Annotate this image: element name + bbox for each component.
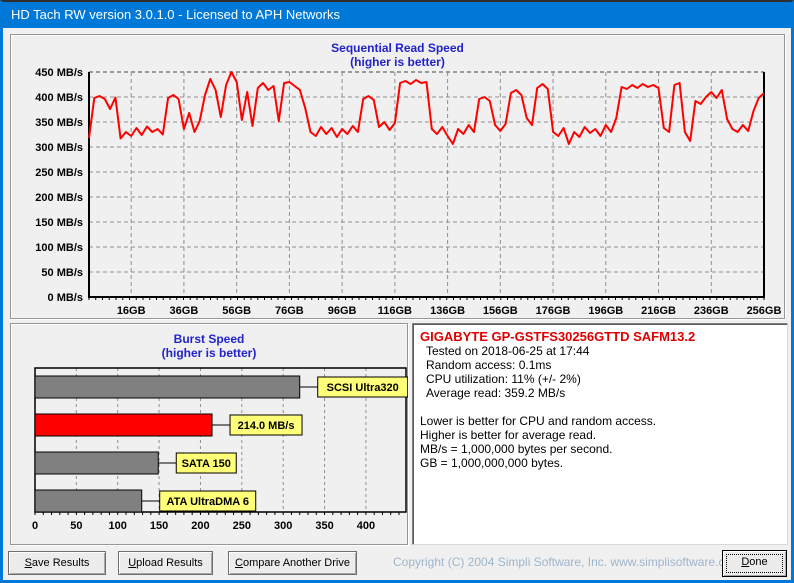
burst-chart-title: Burst Speed (higher is better) [11,332,407,360]
svg-text:176GB: 176GB [536,305,571,317]
burst-subtitle-text: (higher is better) [161,346,257,360]
svg-text:256GB: 256GB [747,305,782,317]
note-line-lower: Lower is better for CPU and random acces… [420,414,657,428]
upload-results-button[interactable]: Upload Results [118,551,213,575]
svg-text:50 MB/s: 50 MB/s [41,267,83,279]
burst-title-text: Burst Speed [173,332,245,346]
svg-text:156GB: 156GB [483,305,518,317]
svg-text:0: 0 [32,520,38,532]
drive-info-panel: GIGABYTE GP-GSTFS30256GTTD SAFM13.2 Test… [412,323,788,545]
window-title: HD Tach RW version 3.0.1.0 - Licensed to… [11,7,340,22]
svg-text:100: 100 [109,520,127,532]
svg-text:350: 350 [315,520,333,532]
svg-text:196GB: 196GB [588,305,623,317]
svg-text:200: 200 [191,520,209,532]
app-window: HD Tach RW version 3.0.1.0 - Licensed to… [0,0,794,583]
svg-text:50: 50 [70,520,82,532]
info-line-tested: Tested on 2018-06-25 at 17:44 [426,344,590,358]
svg-text:56GB: 56GB [222,305,251,317]
done-button[interactable]: Done [722,550,787,577]
svg-text:100 MB/s: 100 MB/s [35,242,83,254]
svg-text:36GB: 36GB [170,305,199,317]
svg-text:76GB: 76GB [275,305,304,317]
svg-text:150: 150 [150,520,168,532]
svg-text:250: 250 [233,520,251,532]
note-line-gb: GB = 1,000,000,000 bytes. [420,456,564,470]
svg-text:ATA UltraDMA 6: ATA UltraDMA 6 [166,496,249,508]
svg-text:SATA 150: SATA 150 [182,458,231,470]
sequential-read-chart: 0 MB/s 50 MB/s 100 MB/s 150 MB/s 200 MB/s 250… [11,35,786,320]
svg-text:216GB: 216GB [641,305,676,317]
sequential-read-panel: Sequential Read Speed (higher is better)… [10,34,785,319]
save-results-button[interactable]: Save Results [8,551,106,575]
burst-speed-chart: 0 50 100 150 200 250 300 350 400 SCSI Ultra320 214… [12,362,409,542]
svg-text:214.0 MB/s: 214.0 MB/s [238,420,295,432]
info-line-average-read: Average read: 359.2 MB/s [426,386,566,400]
note-line-higher: Higher is better for average read. [420,428,597,442]
compare-another-drive-button[interactable]: Compare Another Drive [228,551,357,575]
info-line-cpu-utilization: CPU utilization: 11% (+/- 2%) [426,372,581,386]
svg-text:400: 400 [357,520,375,532]
drive-name: GIGABYTE GP-GSTFS30256GTTD SAFM13.2 [420,329,696,344]
svg-text:300: 300 [274,520,292,532]
svg-text:96GB: 96GB [328,305,357,317]
svg-text:250 MB/s: 250 MB/s [35,167,83,179]
drive-info-content: GIGABYTE GP-GSTFS30256GTTD SAFM13.2 Test… [420,329,783,470]
svg-text:350 MB/s: 350 MB/s [35,117,83,129]
window-titlebar[interactable]: HD Tach RW version 3.0.1.0 - Licensed to… [3,2,791,28]
note-line-mbs: MB/s = 1,000,000 bytes per second. [420,442,613,456]
info-line-random-access: Random access: 0.1ms [426,358,552,372]
svg-text:400 MB/s: 400 MB/s [35,92,83,104]
svg-text:150 MB/s: 150 MB/s [35,217,83,229]
svg-text:0 MB/s: 0 MB/s [48,292,83,304]
svg-text:SCSI Ultra320: SCSI Ultra320 [327,382,399,394]
burst-speed-panel: Burst Speed (higher is better) 0 50 100 150… [10,323,409,545]
svg-text:300 MB/s: 300 MB/s [35,142,83,154]
client-area: Sequential Read Speed (higher is better)… [3,28,791,580]
svg-text:450 MB/s: 450 MB/s [35,67,83,79]
copyright-text: Copyright (C) 2004 Simpli Software, Inc.… [393,555,742,569]
svg-text:200 MB/s: 200 MB/s [35,192,83,204]
svg-text:116GB: 116GB [378,305,412,317]
svg-text:136GB: 136GB [430,305,465,317]
svg-text:16GB: 16GB [117,305,146,317]
svg-text:236GB: 236GB [694,305,729,317]
